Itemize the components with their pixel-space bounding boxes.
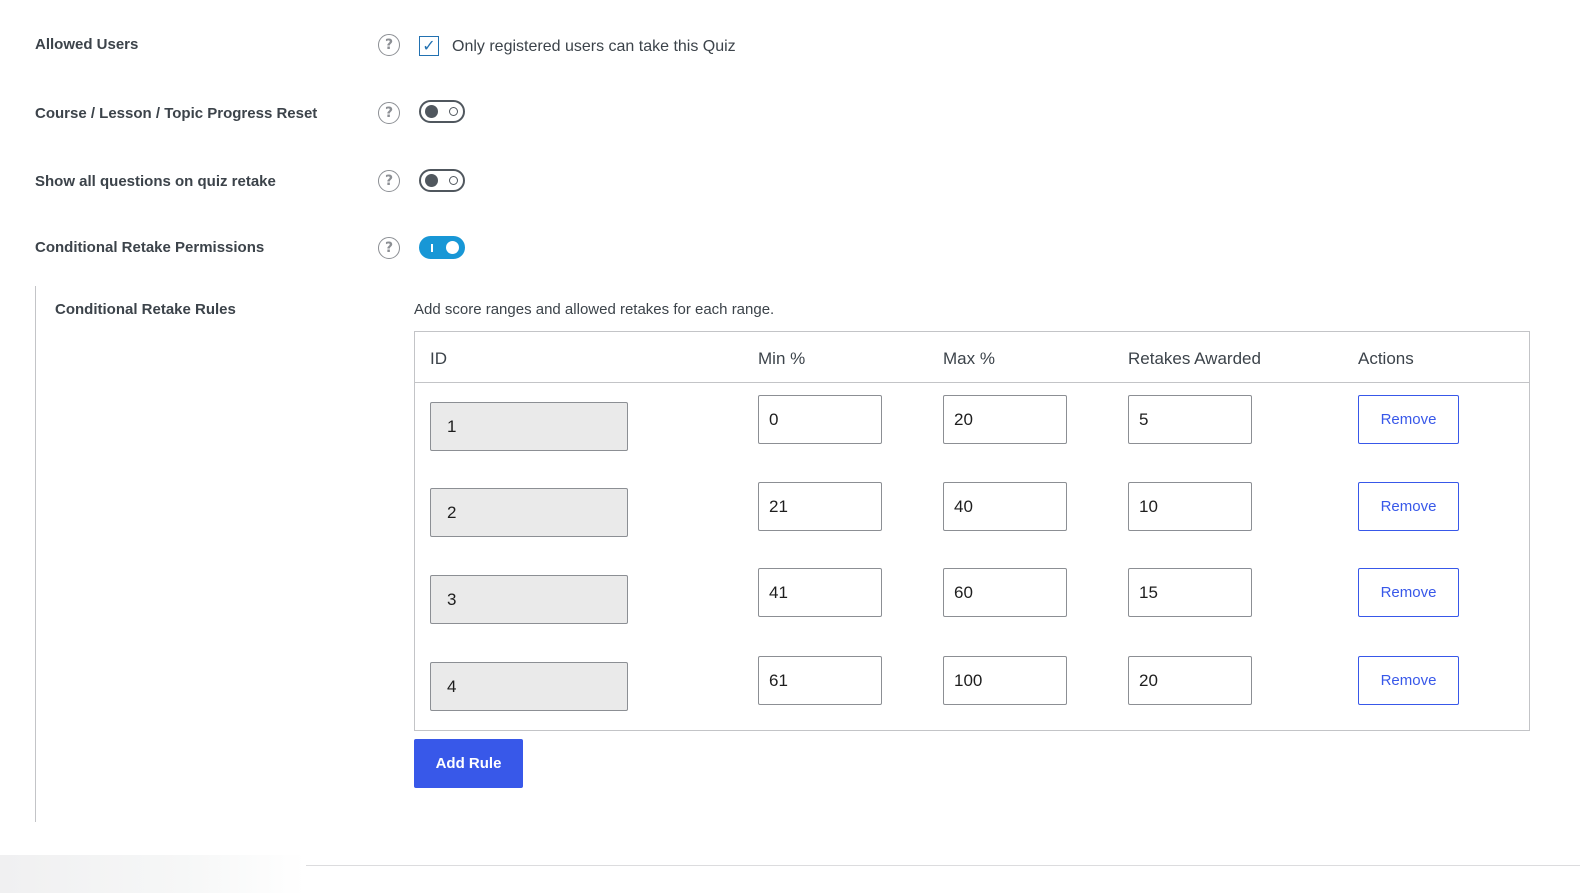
column-header-id: ID <box>430 349 447 368</box>
retake-rules-label: Conditional Retake Rules <box>55 301 236 318</box>
progress-reset-label: Course / Lesson / Topic Progress Reset <box>35 105 318 122</box>
quiz-settings-page: Allowed Users ? ✓ Only registered users … <box>0 0 1580 893</box>
toggle-off-icon <box>449 176 458 185</box>
remove-rule-button[interactable]: Remove <box>1358 395 1459 444</box>
retakes-awarded-input[interactable]: 5 <box>1128 395 1252 444</box>
rule-id-field: 2 <box>430 488 628 537</box>
allowed-users-label: Allowed Users <box>35 36 139 53</box>
footer-divider <box>306 865 1580 866</box>
min-percent-input[interactable]: 0 <box>758 395 882 444</box>
help-icon[interactable]: ? <box>378 237 400 259</box>
toggle-on-icon <box>431 244 433 252</box>
add-rule-button[interactable]: Add Rule <box>414 739 523 788</box>
rule-id-field: 3 <box>430 575 628 624</box>
show-all-questions-toggle[interactable] <box>419 169 465 192</box>
table-header: ID Min % Max % Retakes Awarded Actions <box>415 332 1529 383</box>
max-percent-input[interactable]: 60 <box>943 568 1067 617</box>
retake-rules-description: Add score ranges and allowed retakes for… <box>414 301 775 318</box>
toggle-off-icon <box>449 107 458 116</box>
sub-section-border <box>35 286 36 822</box>
footer-shadow <box>0 855 306 893</box>
help-icon[interactable]: ? <box>378 102 400 124</box>
toggle-knob <box>425 105 438 118</box>
remove-rule-button[interactable]: Remove <box>1358 568 1459 617</box>
toggle-knob <box>446 241 459 254</box>
min-percent-input[interactable]: 21 <box>758 482 882 531</box>
help-icon[interactable]: ? <box>378 170 400 192</box>
retakes-awarded-input[interactable]: 15 <box>1128 568 1252 617</box>
min-percent-input[interactable]: 61 <box>758 656 882 705</box>
registered-users-checkbox[interactable]: ✓ <box>419 36 439 56</box>
remove-rule-button[interactable]: Remove <box>1358 482 1459 531</box>
toggle-knob <box>425 174 438 187</box>
progress-reset-toggle[interactable] <box>419 100 465 123</box>
conditional-retake-toggle[interactable] <box>419 236 465 259</box>
retakes-awarded-input[interactable]: 10 <box>1128 482 1252 531</box>
retake-rules-table: ID Min % Max % Retakes Awarded Actions 1… <box>414 331 1530 731</box>
registered-users-checkbox-label[interactable]: Only registered users can take this Quiz <box>452 38 736 56</box>
column-header-actions: Actions <box>1358 349 1414 368</box>
checkmark-icon: ✓ <box>422 36 436 55</box>
remove-rule-button[interactable]: Remove <box>1358 656 1459 705</box>
column-header-retakes: Retakes Awarded <box>1128 349 1261 368</box>
show-all-questions-label: Show all questions on quiz retake <box>35 173 276 190</box>
rule-id-field: 1 <box>430 402 628 451</box>
min-percent-input[interactable]: 41 <box>758 568 882 617</box>
help-icon[interactable]: ? <box>378 34 400 56</box>
retakes-awarded-input[interactable]: 20 <box>1128 656 1252 705</box>
column-header-max: Max % <box>943 349 995 368</box>
max-percent-input[interactable]: 100 <box>943 656 1067 705</box>
max-percent-input[interactable]: 20 <box>943 395 1067 444</box>
conditional-retake-label: Conditional Retake Permissions <box>35 239 265 256</box>
max-percent-input[interactable]: 40 <box>943 482 1067 531</box>
column-header-min: Min % <box>758 349 806 368</box>
rule-id-field: 4 <box>430 662 628 711</box>
